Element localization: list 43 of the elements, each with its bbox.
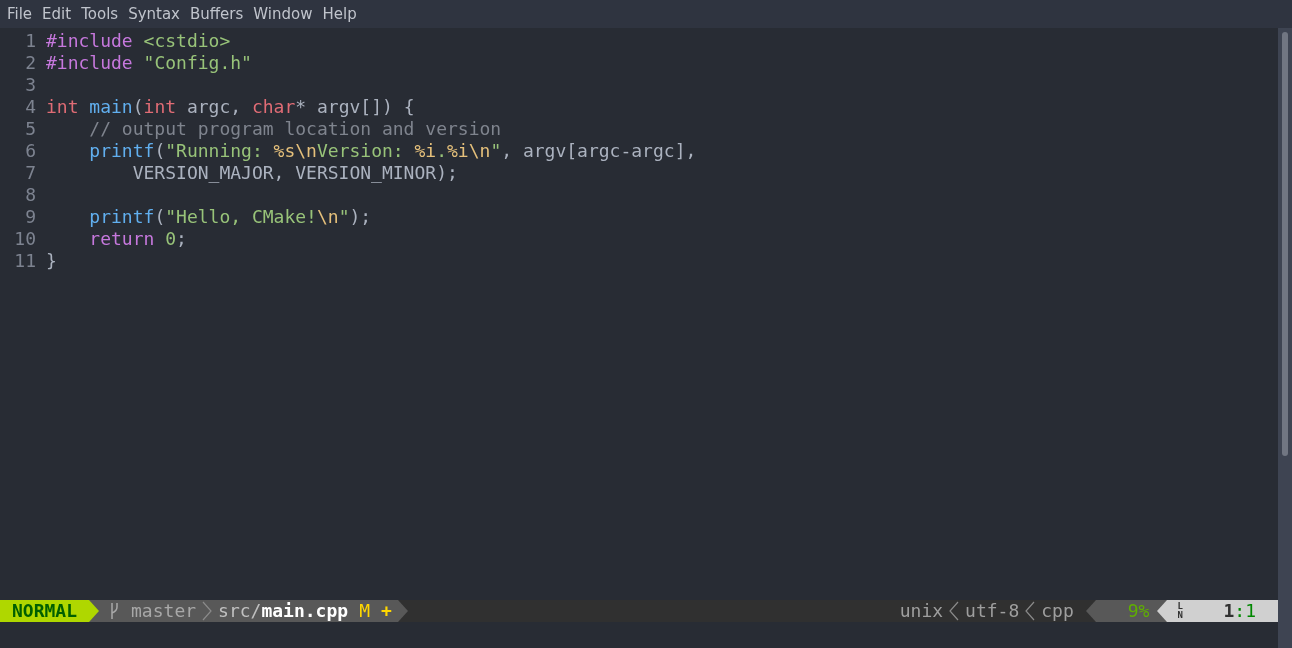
menu-item[interactable]: Syntax [123,2,185,26]
line-number: 9 [24,206,36,228]
code-line: #include "Config.h" [46,52,252,74]
file-type: cpp [1041,600,1074,622]
file-path: src/main.cpp [218,600,349,622]
code-line: printf("Running: %s\nVersion: %i.%i\n", argv[argc-argc], [88,140,697,162]
line-number: 7 [24,162,36,184]
cursor-position: 1:1 [1223,600,1256,622]
line-label: LN [1177,602,1184,620]
code-line: #include <cstdio> [46,30,231,52]
menu-item[interactable]: Help [317,2,362,26]
line-number: 6 [24,140,36,162]
code-line: return 0; [88,228,187,250]
code-line: } [46,250,57,272]
line-number: 4 [24,96,36,118]
line-number: 5 [24,118,36,140]
chevron-left-icon [949,601,960,621]
chevron-left-icon [1025,601,1036,621]
branch-icon [109,602,120,620]
menu-item[interactable]: Window [248,2,318,26]
scrollbar-thumb[interactable] [1282,32,1288,456]
added-label: + [380,600,392,622]
file-format: unix [899,600,944,622]
menu-item[interactable]: Tools [76,2,124,26]
menu-item[interactable]: Edit [37,2,77,26]
git-branch: master [131,600,197,622]
code-line: printf("Hello, CMake!\n"); [88,206,372,228]
scrollbar[interactable] [1278,28,1292,648]
file-encoding: utf-8 [965,600,1020,622]
menu-item[interactable]: File [2,2,38,26]
line-number: 1 [24,30,36,52]
code-line: VERSION_MAJOR, VERSION_MINOR); [131,162,458,184]
modified-label: M [359,600,370,622]
code-line: // output program location and version [88,118,502,140]
line-number: 8 [24,184,36,206]
line-number: 2 [24,52,36,74]
menu-item[interactable]: Buffers [185,2,249,26]
line-number: 11 [13,250,36,272]
code-line: int main(int argc, char* argv[]) { [46,96,415,118]
chevron-right-icon [202,601,213,621]
line-number: 10 [13,228,36,250]
segment-arrow-icon [1085,600,1096,622]
line-number: 3 [24,74,36,96]
